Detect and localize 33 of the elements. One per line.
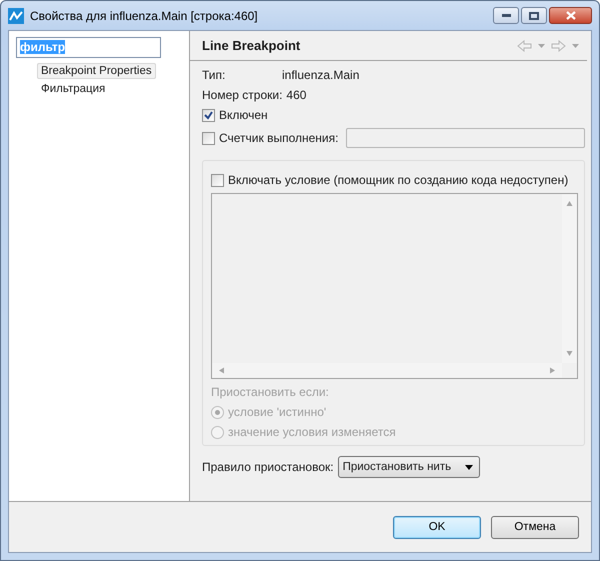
hit-count-field[interactable] bbox=[346, 128, 585, 148]
checkbox-label: Счетчик выполнения: bbox=[219, 131, 338, 145]
minimize-icon bbox=[502, 14, 510, 17]
caret-icon[interactable] bbox=[538, 42, 545, 49]
hit-count-checkbox[interactable] bbox=[202, 132, 215, 144]
forward-arrow-icon[interactable] bbox=[551, 40, 566, 52]
sidebar-item[interactable]: Фильтрация bbox=[37, 81, 110, 97]
minimize-button[interactable] bbox=[493, 7, 519, 24]
close-icon bbox=[566, 11, 576, 20]
radio-label: значение условия изменяется bbox=[228, 425, 396, 439]
maximize-button[interactable] bbox=[521, 7, 547, 24]
field-label: Номер строки: bbox=[202, 88, 282, 102]
app-icon bbox=[8, 8, 24, 24]
back-arrow-icon[interactable] bbox=[517, 40, 532, 52]
suspend-policy-label: Правило приостановок: bbox=[202, 460, 334, 474]
suspend-when-label: Приостановить если: bbox=[211, 385, 330, 399]
sidebar-item[interactable]: Breakpoint Properties bbox=[37, 63, 156, 79]
field-label: Тип: bbox=[202, 68, 226, 82]
field-value: 460 bbox=[286, 88, 306, 102]
field-value: influenza.Main bbox=[282, 68, 360, 82]
caret-icon bbox=[464, 464, 473, 470]
maximize-icon bbox=[529, 12, 539, 20]
dialog-button[interactable]: Отмена bbox=[491, 516, 579, 538]
page-title: Line Breakpoint bbox=[202, 38, 302, 53]
caret-icon[interactable] bbox=[572, 42, 579, 49]
window-title: Свойства для influenza.Main [строка:460] bbox=[30, 8, 259, 22]
dialog-button[interactable]: OK bbox=[393, 516, 481, 538]
checkbox-label: Включен bbox=[219, 108, 268, 122]
radio-label: условие 'истинно' bbox=[228, 405, 326, 419]
close-button[interactable] bbox=[549, 7, 592, 24]
enabled-checkbox[interactable] bbox=[202, 108, 215, 122]
suspend-policy-dropdown[interactable]: Приостановить нить bbox=[338, 456, 480, 478]
checkbox-label: Включать условие (помощник по созданию кода недоступен) bbox=[228, 173, 568, 187]
